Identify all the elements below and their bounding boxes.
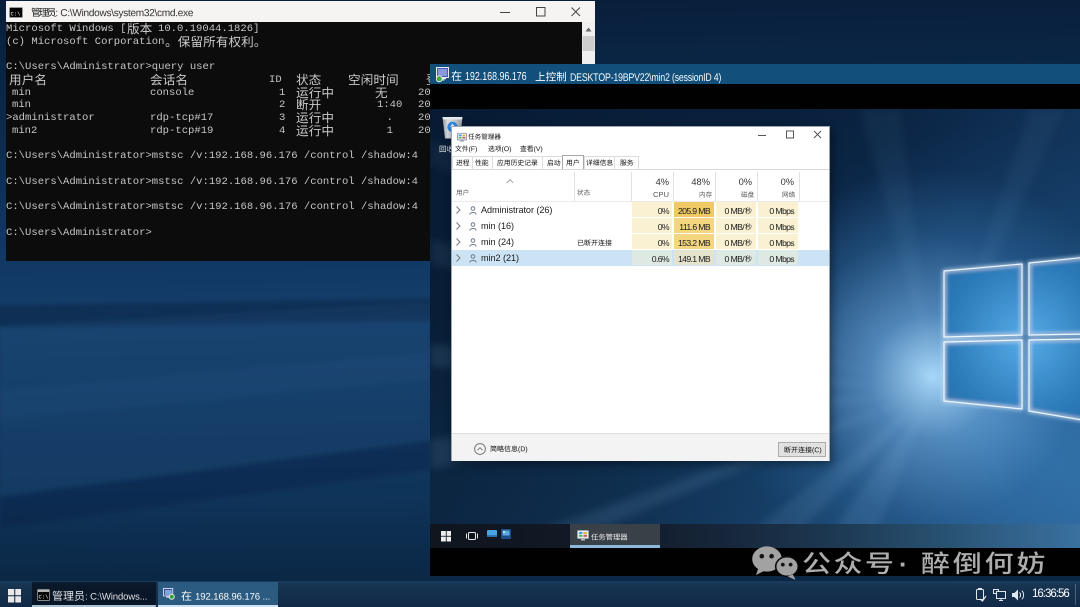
svg-text:C:\: C:\ <box>38 593 48 600</box>
svg-text:C:\: C:\ <box>10 10 20 17</box>
